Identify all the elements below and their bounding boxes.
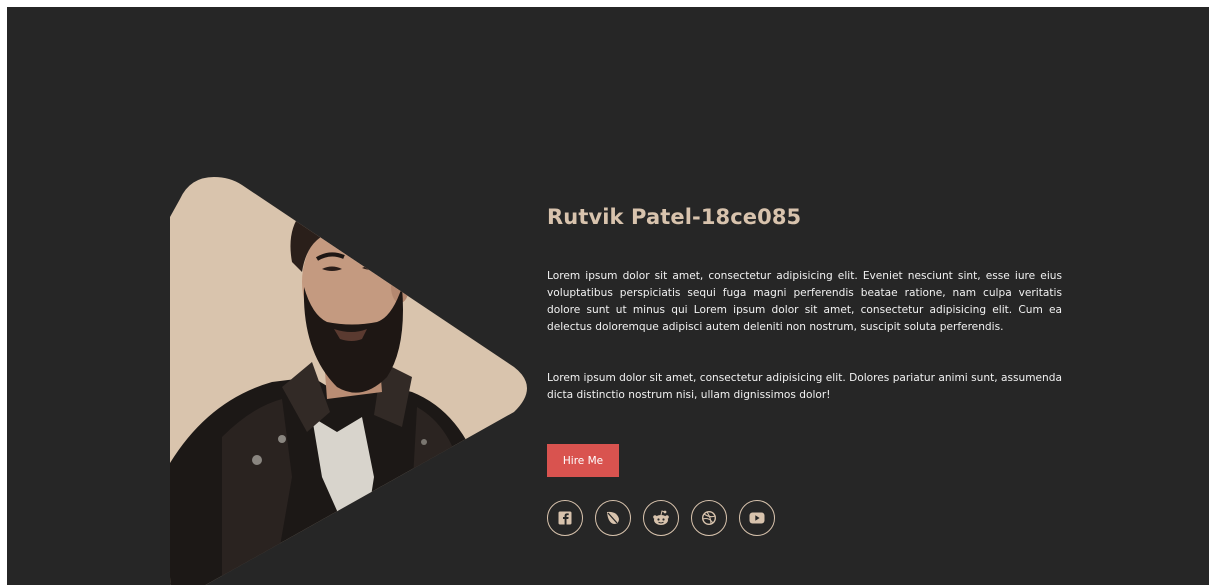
leaf-icon [607, 511, 619, 524]
profile-portrait [170, 177, 527, 585]
facebook-link[interactable] [547, 500, 583, 536]
youtube-link[interactable] [739, 500, 775, 536]
dribbble-icon [701, 510, 717, 526]
dribbble-link[interactable] [691, 500, 727, 536]
about-section: Rutvik Patel-18ce085 Lorem ipsum dolor s… [7, 7, 1209, 585]
bio-paragraph-1: Lorem ipsum dolor sit amet, consectetur … [547, 270, 1062, 333]
facebook-icon [558, 511, 572, 525]
social-links [547, 500, 775, 536]
reddit-icon [653, 510, 669, 525]
youtube-icon [749, 512, 765, 524]
profile-name: Rutvik Patel-18ce085 [547, 205, 802, 229]
bio-paragraph-2: Lorem ipsum dolor sit amet, consectetur … [547, 372, 1062, 401]
leaf-link[interactable] [595, 500, 631, 536]
hire-me-button[interactable]: Hire Me [547, 444, 619, 477]
reddit-link[interactable] [643, 500, 679, 536]
